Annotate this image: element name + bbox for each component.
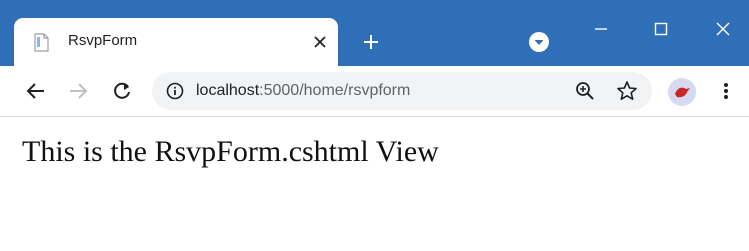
kebab-menu-icon[interactable] bbox=[716, 77, 736, 105]
info-icon[interactable] bbox=[166, 82, 184, 100]
url-host: localhost bbox=[196, 82, 260, 99]
chevron-down-icon[interactable] bbox=[526, 29, 552, 55]
title-bar: RsvpForm bbox=[0, 0, 749, 66]
zoom-icon[interactable] bbox=[574, 80, 596, 102]
url-path: :5000/home/rsvpform bbox=[259, 82, 411, 99]
address-bar[interactable]: localhost:5000/home/rsvpform bbox=[152, 72, 652, 110]
star-icon[interactable] bbox=[616, 80, 638, 102]
browser-toolbar: localhost:5000/home/rsvpform bbox=[0, 66, 749, 117]
page-icon bbox=[34, 33, 49, 52]
tab-title: RsvpForm bbox=[68, 32, 138, 49]
plus-icon[interactable] bbox=[356, 27, 386, 57]
avatar[interactable] bbox=[668, 78, 696, 106]
arrow-right-icon[interactable] bbox=[64, 77, 92, 105]
maximize-icon[interactable] bbox=[638, 14, 684, 44]
minimize-icon[interactable] bbox=[578, 14, 624, 44]
page-content: This is the RsvpForm.cshtml View bbox=[0, 117, 749, 251]
browser-window: RsvpForm localhost:5000/home/rsvpform Th… bbox=[0, 0, 749, 251]
arrow-left-icon[interactable] bbox=[22, 77, 50, 105]
close-icon[interactable] bbox=[308, 30, 332, 54]
reload-icon[interactable] bbox=[108, 77, 136, 105]
window-close-icon[interactable] bbox=[700, 14, 746, 44]
browser-tab[interactable]: RsvpForm bbox=[14, 18, 338, 66]
url-text[interactable]: localhost:5000/home/rsvpform bbox=[196, 82, 410, 100]
page-heading: This is the RsvpForm.cshtml View bbox=[22, 135, 439, 168]
